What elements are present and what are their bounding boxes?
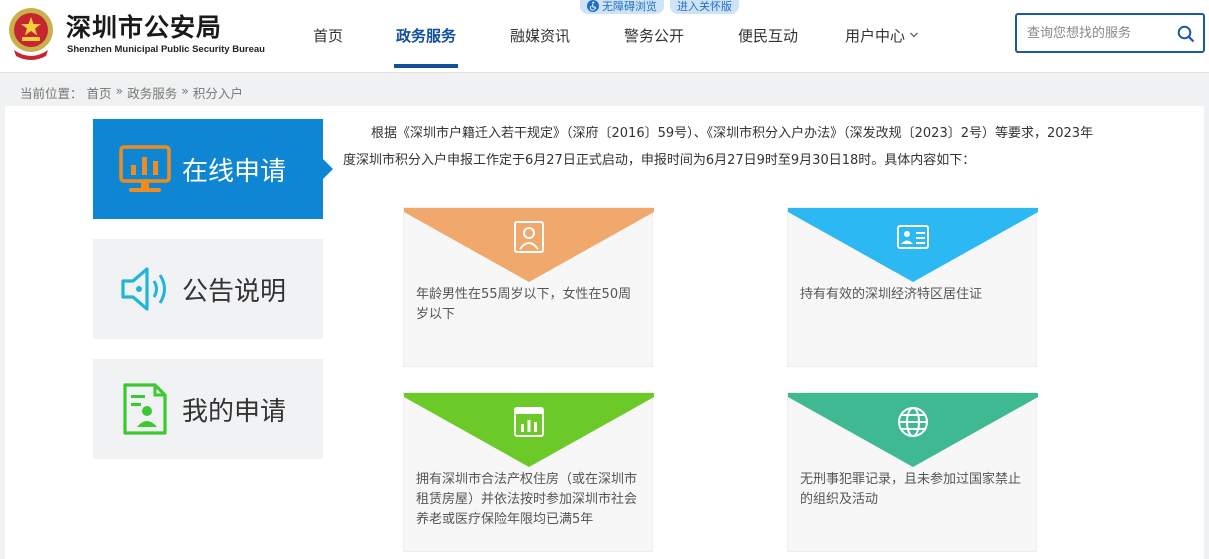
nav-user-center[interactable]: 用户中心 — [842, 0, 922, 70]
requirement-card-housing-insurance: 拥有深圳市合法产权住房（或在深圳市租赁房屋）并依法按时参加深圳市社会养老或医疗保… — [403, 392, 654, 552]
sidebar-item-label: 我的申请 — [182, 397, 287, 427]
chart-monitor-icon — [119, 145, 171, 192]
breadcrumb-home[interactable]: 首页 — [87, 83, 112, 102]
search-button[interactable] — [1175, 23, 1197, 45]
card-text: 拥有深圳市合法产权住房（或在深圳市租赁房屋）并依法按时参加深圳市社会养老或医疗保… — [416, 472, 638, 527]
nav-media-news[interactable]: 融媒资讯 — [508, 0, 572, 70]
sidebar-item-my-applications[interactable]: 我的申请 — [93, 359, 323, 459]
sidebar-item-online-apply[interactable]: 在线申请 — [93, 119, 333, 219]
nav-government-services[interactable]: 政务服务 — [394, 0, 458, 70]
site-header: 深圳市公安局 Shenzhen Municipal Public Securit… — [0, 0, 1209, 73]
site-subtitle: Shenzhen Municipal Public Security Burea… — [67, 44, 265, 55]
police-emblem-icon[interactable] — [6, 6, 56, 60]
speaker-icon — [121, 267, 166, 311]
search-input[interactable] — [1017, 16, 1167, 50]
main-nav: 首页 政务服务 融媒资讯 警务公开 便民互动 用户中心 — [296, 0, 922, 70]
document-user-icon — [123, 383, 167, 435]
intro-paragraph: 根据《深圳市户籍迁入若干规定》（深府〔2016〕59号）、《深圳市积分入户办法》… — [343, 126, 1094, 168]
person-portrait-icon — [514, 221, 544, 253]
breadcrumb-current[interactable]: 积分入户 — [193, 83, 243, 102]
breadcrumb-government-services[interactable]: 政务服务 — [127, 83, 177, 102]
site-title: 深圳市公安局 — [66, 13, 223, 42]
breadcrumb-prefix: 当前位置： — [20, 86, 83, 101]
breadcrumb: 当前位置： 首页 » 政务服务 » 积分入户 — [20, 83, 243, 102]
search-icon — [1177, 25, 1195, 43]
sidebar-item-label: 在线申请 — [182, 157, 287, 187]
nav-public-interaction[interactable]: 便民互动 — [736, 0, 800, 70]
requirement-card-criminal-record: 无刑事犯罪记录，且未参加过国家禁止的组织及活动 — [787, 392, 1038, 552]
requirement-card-residence-permit: 持有有效的深圳经济特区居住证 — [787, 207, 1038, 367]
search-box — [1015, 13, 1205, 53]
breadcrumb-separator: » — [115, 83, 124, 98]
requirement-card-age: 年龄男性在55周岁以下，女性在50周岁以下 — [403, 207, 654, 367]
card-text: 持有有效的深圳经济特区居住证 — [800, 287, 983, 302]
nav-home[interactable]: 首页 — [296, 0, 360, 70]
id-card-icon — [897, 225, 929, 249]
card-text: 无刑事犯罪记录，且未参加过国家禁止的组织及活动 — [800, 472, 1022, 507]
globe-icon — [898, 407, 928, 437]
building-chart-icon — [514, 407, 544, 437]
content-panel: 在线申请 公告说明 我的申请 根据《深圳市户籍迁入若干规定》（深府〔2016〕5… — [5, 106, 1204, 559]
sidebar-item-announcement[interactable]: 公告说明 — [93, 239, 323, 339]
breadcrumb-separator: » — [181, 83, 189, 98]
sidebar-item-label: 公告说明 — [182, 277, 287, 307]
card-text: 年龄男性在55周岁以下，女性在50周岁以下 — [416, 287, 632, 322]
chevron-down-icon — [910, 32, 918, 38]
nav-police-affairs[interactable]: 警务公开 — [622, 0, 686, 70]
